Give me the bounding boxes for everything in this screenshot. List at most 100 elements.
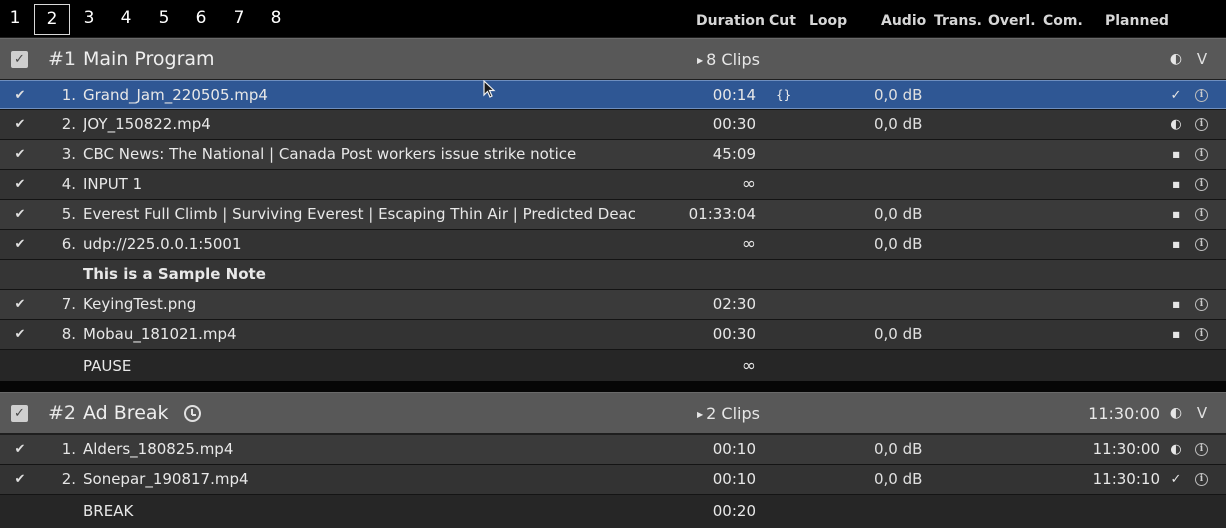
info-icon[interactable]: i <box>1195 118 1208 131</box>
note-row[interactable]: This is a Sample Note <box>0 260 1226 289</box>
clip-duration: 00:30 <box>712 115 756 133</box>
clock-icon[interactable] <box>184 405 201 422</box>
tab-7[interactable]: 7 <box>221 4 257 35</box>
playlist-row[interactable]: ✔ 8. Mobau_181021.mp4 00:30 0,0 dB ■ i <box>0 320 1226 349</box>
info-icon[interactable]: i <box>1195 473 1208 486</box>
group-number: #1 <box>48 48 77 70</box>
check-icon[interactable]: ✔ <box>13 320 27 349</box>
check-icon[interactable]: ✔ <box>13 110 27 139</box>
group-checkbox[interactable]: ✓ <box>11 51 28 68</box>
audio-level[interactable]: 0,0 dB <box>874 230 922 259</box>
group-clip-count[interactable]: ▶ 8 Clips <box>697 39 760 83</box>
small-square-icon[interactable]: ■ <box>1168 290 1184 319</box>
playlist-row[interactable]: ✔ 4. INPUT 1 ∞ ■ i <box>0 170 1226 199</box>
audio-level[interactable]: 0,0 dB <box>874 465 922 494</box>
column-header-audio[interactable]: Audio <box>881 12 926 30</box>
small-square-icon[interactable]: ■ <box>1168 140 1184 169</box>
small-square-icon[interactable]: ■ <box>1168 230 1184 259</box>
group-clip-count[interactable]: ▶ 2 Clips <box>697 393 760 437</box>
playlist-row[interactable]: ✔ 5. Everest Full Climb | Surviving Ever… <box>0 200 1226 229</box>
check-icon[interactable]: ✔ <box>13 230 27 259</box>
tab-4[interactable]: 4 <box>108 4 144 35</box>
tab-8[interactable]: 8 <box>258 4 294 35</box>
clip-duration: ∞ <box>741 234 756 254</box>
playlist-row[interactable]: ✔ 2. Sonepar_190817.mp4 00:10 0,0 dB 11:… <box>0 465 1226 494</box>
audio-level[interactable]: 0,0 dB <box>874 81 922 110</box>
audio-level[interactable]: 0,0 dB <box>874 435 922 464</box>
expand-triangle-icon: ▶ <box>697 56 704 65</box>
small-square-icon[interactable]: ■ <box>1168 170 1184 199</box>
info-icon[interactable]: i <box>1195 298 1208 311</box>
clip-name: Alders_180825.mp4 <box>83 440 234 458</box>
check-icon[interactable]: ✓ <box>1168 465 1184 494</box>
mouse-cursor-icon <box>483 80 496 98</box>
playlist-row[interactable]: ✔ 3. CBC News: The National | Canada Pos… <box>0 140 1226 169</box>
tab-1[interactable]: 1 <box>0 4 33 35</box>
row-number: 1. <box>61 440 76 458</box>
tab-6[interactable]: 6 <box>183 4 219 35</box>
audio-level[interactable]: 0,0 dB <box>874 110 922 139</box>
group-title[interactable]: Main Program <box>83 39 215 80</box>
group-title[interactable]: Ad Break <box>83 393 169 434</box>
tab-2[interactable]: 2 <box>34 4 70 35</box>
tab-5[interactable]: 5 <box>146 4 182 35</box>
info-icon[interactable]: i <box>1195 89 1208 102</box>
half-circle-icon[interactable]: ◐ <box>1168 393 1184 434</box>
info-icon[interactable]: i <box>1195 328 1208 341</box>
info-icon[interactable]: i <box>1195 238 1208 251</box>
small-square-icon[interactable]: ■ <box>1168 200 1184 229</box>
pause-row[interactable]: PAUSE ∞ <box>0 350 1226 383</box>
column-header-planned[interactable]: Planned <box>1105 12 1169 30</box>
clip-name: Grand_Jam_220505.mp4 <box>83 86 268 104</box>
check-icon[interactable]: ✔ <box>13 140 27 169</box>
playlist-row[interactable]: ✔ 1. Alders_180825.mp4 00:10 0,0 dB 11:3… <box>0 435 1226 464</box>
row-number: 2. <box>61 470 76 488</box>
check-icon[interactable]: ✔ <box>13 465 27 494</box>
column-header-duration[interactable]: Duration <box>696 12 765 30</box>
small-square-icon[interactable]: ■ <box>1168 320 1184 349</box>
info-icon[interactable]: i <box>1195 208 1208 221</box>
audio-level[interactable]: 0,0 dB <box>874 320 922 349</box>
planned-time: 11:30:00 <box>1092 440 1160 458</box>
column-header-loop[interactable]: Loop <box>809 12 847 30</box>
cut-marker-icon[interactable]: {} <box>776 81 791 110</box>
playlist-row[interactable]: ✔ 6. udp://225.0.0.1:5001 ∞ 0,0 dB ■ i <box>0 230 1226 259</box>
half-circle-icon[interactable]: ◐ <box>1168 435 1184 464</box>
column-header-trans[interactable]: Trans. <box>934 12 982 30</box>
group-checkbox[interactable]: ✓ <box>11 405 28 422</box>
check-icon[interactable]: ✓ <box>1168 81 1184 110</box>
tab-3[interactable]: 3 <box>71 4 107 35</box>
clip-name: INPUT 1 <box>83 175 143 193</box>
playlist-group-main-program[interactable]: ✓ #1 Main Program ▶ 8 Clips ◐ V <box>0 38 1226 79</box>
check-icon[interactable]: ✔ <box>13 290 27 319</box>
check-icon[interactable]: ✔ <box>13 170 27 199</box>
check-icon[interactable]: ✔ <box>13 200 27 229</box>
column-header-overl[interactable]: Overl. <box>988 12 1036 30</box>
note-text: This is a Sample Note <box>83 265 266 283</box>
info-icon[interactable]: i <box>1195 148 1208 161</box>
group-clip-count-label: 2 Clips <box>706 404 760 423</box>
clip-duration: 01:33:04 <box>688 205 756 223</box>
row-number: 5. <box>61 205 76 223</box>
check-icon[interactable]: ✔ <box>13 81 27 110</box>
half-circle-icon[interactable]: ◐ <box>1168 110 1184 139</box>
chevron-down-icon[interactable]: V <box>1194 39 1210 80</box>
half-circle-icon[interactable]: ◐ <box>1168 39 1184 80</box>
playlist-group-ad-break[interactable]: ✓ #2 Ad Break ▶ 2 Clips 11:30:00 ◐ V <box>0 392 1226 433</box>
row-number: 6. <box>61 235 76 253</box>
playlist-row[interactable]: ✔ 2. JOY_150822.mp4 00:30 0,0 dB ◐ i <box>0 110 1226 139</box>
info-icon[interactable]: i <box>1195 443 1208 456</box>
clip-duration: 00:14 <box>712 86 756 104</box>
row-number: 1. <box>61 86 76 104</box>
row-number: 7. <box>61 295 76 313</box>
playlist-row[interactable]: ✔ 1. Grand_Jam_220505.mp4 00:14 {} 0,0 d… <box>0 80 1226 109</box>
column-header-com[interactable]: Com. <box>1043 12 1083 30</box>
break-row[interactable]: BREAK 00:20 <box>0 495 1226 528</box>
check-icon[interactable]: ✔ <box>13 435 27 464</box>
chevron-down-icon[interactable]: V <box>1194 393 1210 434</box>
audio-level[interactable]: 0,0 dB <box>874 200 922 229</box>
column-header-cut[interactable]: Cut <box>769 12 796 30</box>
group-number: #2 <box>48 402 77 424</box>
info-icon[interactable]: i <box>1195 178 1208 191</box>
playlist-row[interactable]: ✔ 7. KeyingTest.png 02:30 ■ i <box>0 290 1226 319</box>
